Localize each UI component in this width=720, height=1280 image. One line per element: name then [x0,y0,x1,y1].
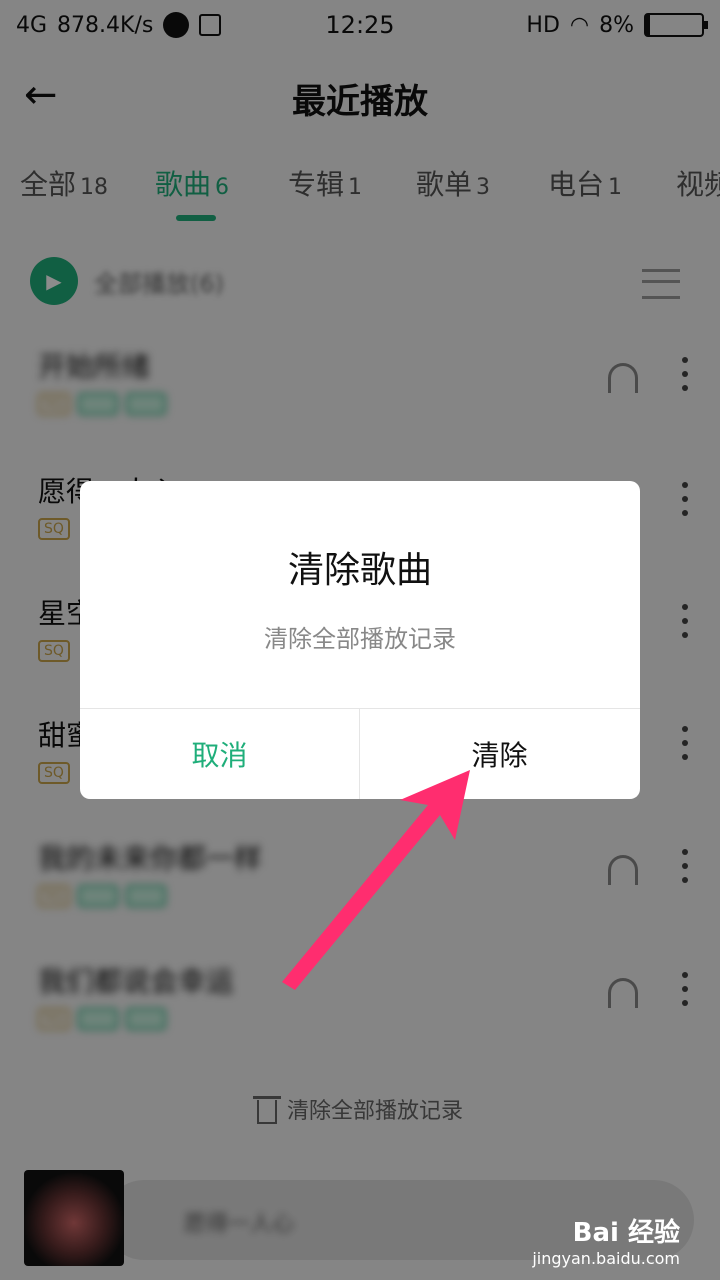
clear-button[interactable]: 清除 [360,709,639,799]
watermark-logo: Bai 经验 [572,1218,680,1248]
dialog-title: 清除歌曲 [287,550,432,591]
cancel-button[interactable]: 取消 [80,709,359,799]
watermark-url: jingyan.baidu.com [532,1249,680,1268]
watermark: Bai 经验 jingyan.baidu.com [532,1212,680,1268]
dialog-message: 清除全部播放记录 [264,625,456,653]
clear-songs-dialog: 清除歌曲 清除全部播放记录 取消 清除 [80,481,640,799]
